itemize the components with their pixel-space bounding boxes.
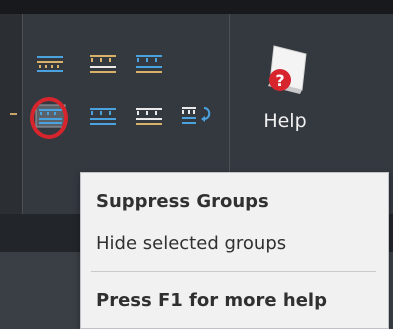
tooltip-separator bbox=[91, 271, 376, 272]
tooltip: Suppress Groups Hide selected groups Pre… bbox=[80, 172, 389, 329]
group-tool-button[interactable] bbox=[35, 52, 69, 76]
group-table-icon bbox=[90, 55, 116, 73]
panel-arrow-icon bbox=[10, 113, 17, 115]
suppress-groups-button[interactable] bbox=[35, 104, 69, 128]
help-book-icon: ? bbox=[268, 45, 307, 94]
panel-separator bbox=[22, 14, 23, 214]
group-table-icon bbox=[136, 108, 162, 125]
group-table-icon bbox=[136, 55, 162, 73]
tooltip-description: Hide selected groups bbox=[96, 233, 287, 254]
group-tool-button[interactable] bbox=[134, 104, 168, 128]
group-refresh-button[interactable] bbox=[180, 102, 216, 130]
group-tool-button[interactable] bbox=[88, 104, 122, 128]
group-table-icon bbox=[37, 56, 63, 72]
title-bar-strip bbox=[0, 0, 393, 14]
group-refresh-icon bbox=[182, 107, 211, 124]
group-table-icon bbox=[90, 108, 116, 125]
tooltip-title: Suppress Groups bbox=[96, 191, 269, 212]
help-button-label: Help bbox=[263, 110, 307, 132]
svg-text:?: ? bbox=[275, 71, 284, 90]
tooltip-help-hint: Press F1 for more help bbox=[96, 290, 327, 311]
help-button[interactable]: ? Help bbox=[240, 40, 330, 160]
suppress-groups-icon bbox=[35, 104, 66, 128]
group-tool-button[interactable] bbox=[88, 52, 122, 76]
group-tool-button[interactable] bbox=[134, 52, 168, 76]
